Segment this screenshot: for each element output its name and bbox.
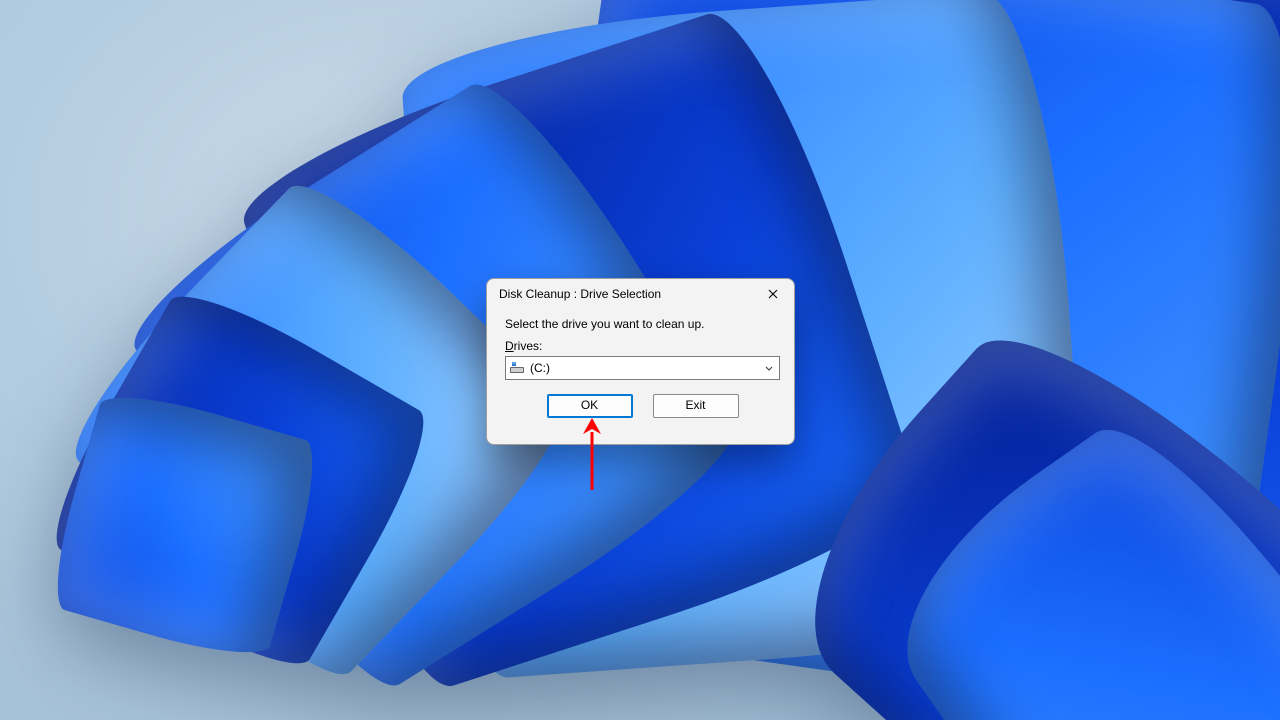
dialog-body: Select the drive you want to clean up. D… xyxy=(487,309,794,430)
drive-icon xyxy=(510,362,524,374)
selected-drive-value: (C:) xyxy=(530,361,550,375)
button-row: OK Exit xyxy=(505,394,780,418)
close-button[interactable] xyxy=(758,282,788,306)
titlebar: Disk Cleanup : Drive Selection xyxy=(487,279,794,309)
instruction-text: Select the drive you want to clean up. xyxy=(505,317,780,331)
drives-label: Drives: xyxy=(505,339,780,353)
close-icon xyxy=(768,289,778,299)
disk-cleanup-dialog: Disk Cleanup : Drive Selection Select th… xyxy=(486,278,795,445)
dialog-title: Disk Cleanup : Drive Selection xyxy=(499,287,661,301)
exit-button[interactable]: Exit xyxy=(653,394,739,418)
desktop: Disk Cleanup : Drive Selection Select th… xyxy=(0,0,1280,720)
drives-combobox[interactable]: (C:) xyxy=(505,356,780,380)
ok-button[interactable]: OK xyxy=(547,394,633,418)
chevron-down-icon xyxy=(765,361,773,375)
